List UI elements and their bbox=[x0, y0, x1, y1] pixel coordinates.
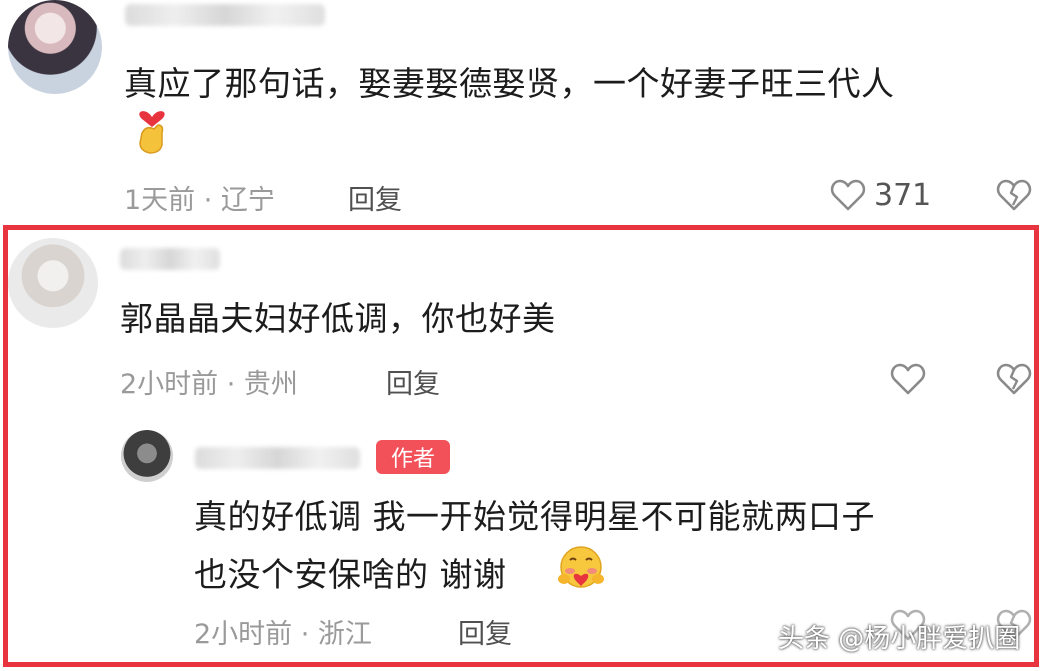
like-heart-icon[interactable] bbox=[890, 362, 926, 396]
hug-emoji bbox=[558, 546, 604, 588]
reply-time-location: 2小时前 · 浙江 bbox=[194, 619, 372, 650]
comment-time-location: 2小时前 · 贵州 bbox=[120, 369, 298, 400]
comment-text: 真应了那句话，娶妻娶德娶贤，一个好妻子旺三代人 bbox=[124, 64, 895, 103]
watermark: 头条 @杨小胖爱扒圈 bbox=[778, 624, 1021, 654]
comment-time-location: 1天前 · 辽宁 bbox=[124, 185, 275, 216]
heart-hands-emoji bbox=[139, 111, 165, 154]
dislike-broken-heart-icon[interactable] bbox=[996, 178, 1032, 212]
reply-button[interactable]: 回复 bbox=[458, 612, 512, 651]
username-blurred[interactable] bbox=[195, 447, 360, 469]
username-blurred[interactable] bbox=[125, 4, 325, 26]
author-badge: 作者 bbox=[376, 440, 450, 474]
avatar[interactable] bbox=[8, 0, 102, 94]
dislike-broken-heart-icon[interactable] bbox=[996, 362, 1032, 396]
reply-text-line-1: 真的好低调 我一开始觉得明星不可能就两口子 bbox=[194, 497, 875, 536]
like-heart-icon[interactable] bbox=[830, 178, 866, 212]
reply-button[interactable]: 回复 bbox=[386, 362, 440, 401]
avatar[interactable] bbox=[8, 238, 98, 328]
reply-text-line-2: 也没个安保啥的 谢谢 bbox=[194, 555, 507, 594]
comment-text: 郭晶晶夫妇好低调，你也好美 bbox=[120, 299, 556, 338]
like-count: 371 bbox=[874, 178, 932, 213]
avatar[interactable] bbox=[121, 430, 173, 482]
username-blurred[interactable] bbox=[120, 248, 220, 270]
reply-button[interactable]: 回复 bbox=[348, 178, 402, 217]
